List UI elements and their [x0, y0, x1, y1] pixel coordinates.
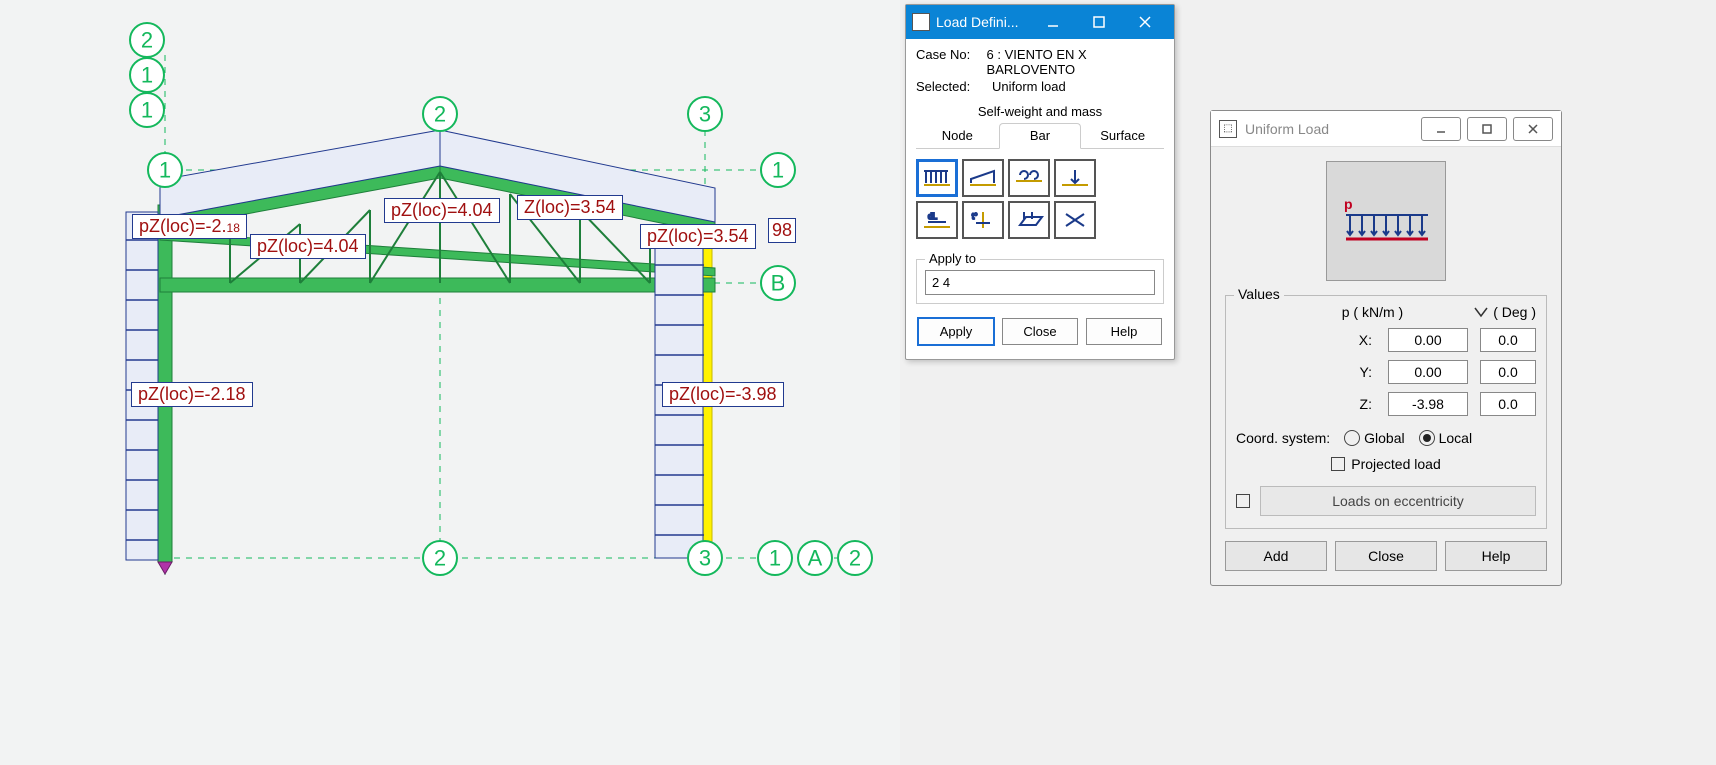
dialog-title: Uniform Load: [1245, 121, 1415, 137]
uniform-load-dialog: ⬚ Uniform Load p: [1210, 110, 1562, 586]
close-button[interactable]: Close: [1335, 541, 1437, 571]
x-label: X:: [1348, 332, 1372, 348]
eccentricity-button[interactable]: Loads on eccentricity: [1260, 486, 1536, 516]
load-preview: p: [1326, 161, 1446, 281]
maximize-button[interactable]: [1467, 117, 1507, 141]
selected-label: Selected:: [916, 79, 986, 94]
svg-text:1: 1: [769, 546, 781, 571]
projected-checkbox[interactable]: [1331, 457, 1345, 471]
app-icon: ⬚: [912, 13, 930, 31]
load-annotation: pZ(loc)=4.04: [384, 198, 500, 223]
y-label: Y:: [1348, 364, 1372, 380]
x-deg-input[interactable]: [1480, 328, 1536, 352]
tab-surface[interactable]: Surface: [1081, 123, 1164, 148]
projected-label: Projected load: [1351, 456, 1441, 472]
help-button[interactable]: Help: [1445, 541, 1547, 571]
svg-text:p: p: [1344, 196, 1353, 212]
z-value-input[interactable]: [1388, 392, 1468, 416]
close-button[interactable]: Close: [1002, 318, 1078, 345]
close-button[interactable]: [1122, 5, 1168, 39]
eccentricity-checkbox[interactable]: [1236, 494, 1250, 508]
y-deg-input[interactable]: [1480, 360, 1536, 384]
maximize-button[interactable]: [1076, 5, 1122, 39]
svg-text:1: 1: [772, 158, 784, 183]
coord-system-label: Coord. system:: [1236, 430, 1330, 446]
grid-bubble: 2 1 1 2 3 1 1 B 2 3 1 A 2: [130, 23, 872, 575]
load-annotation: pZ(loc)=-2.18: [131, 382, 253, 407]
thermal-load-icon-button[interactable]: t°: [962, 201, 1004, 239]
dilatation-icon-button[interactable]: dL: [916, 201, 958, 239]
svg-text:1: 1: [141, 63, 153, 88]
uniform-load-icon-button[interactable]: [916, 159, 958, 197]
trapezoidal-load-icon-button[interactable]: [962, 159, 1004, 197]
svg-text:B: B: [771, 271, 786, 296]
minimize-button[interactable]: [1030, 5, 1076, 39]
load-annotation: Z(loc)=3.54: [517, 195, 623, 220]
svg-text:1: 1: [159, 158, 171, 183]
local-radio[interactable]: Local: [1419, 430, 1472, 446]
svg-text:dL: dL: [928, 212, 937, 221]
planar-load-icon-button[interactable]: [1008, 201, 1050, 239]
minimize-button[interactable]: [1421, 117, 1461, 141]
svg-text:3: 3: [699, 102, 711, 127]
moment-load-icon-button[interactable]: [1008, 159, 1050, 197]
svg-text:2: 2: [141, 28, 153, 53]
case-no-value: 6 : VIENTO EN X BARLOVENTO: [987, 47, 1164, 77]
svg-text:1: 1: [141, 98, 153, 123]
load-annotation: pZ(loc)=3.54: [640, 224, 756, 249]
titlebar[interactable]: ⬚ Uniform Load: [1211, 111, 1561, 147]
load-annotation: pZ(loc)=-3.98: [662, 382, 784, 407]
svg-text:2: 2: [434, 546, 446, 571]
structural-viewport[interactable]: 2 1 1 2 3 1 1 B 2 3 1 A 2 pZ(loc)=-2.18 …: [0, 0, 900, 765]
delete-load-icon-button[interactable]: [1054, 201, 1096, 239]
y-value-input[interactable]: [1388, 360, 1468, 384]
close-button[interactable]: [1513, 117, 1553, 141]
z-label: Z:: [1348, 396, 1372, 412]
case-no-label: Case No:: [916, 47, 981, 77]
selected-value: Uniform load: [992, 79, 1066, 94]
values-legend: Values: [1234, 286, 1284, 302]
apply-button[interactable]: Apply: [918, 318, 994, 345]
titlebar[interactable]: ⬚ Load Defini...: [906, 5, 1174, 39]
deg-header: ( Deg ): [1473, 304, 1536, 320]
svg-text:2: 2: [434, 102, 446, 127]
svg-text:3: 3: [699, 546, 711, 571]
svg-text:t°: t°: [972, 212, 977, 221]
dialog-title: Load Defini...: [936, 14, 1030, 30]
app-icon: ⬚: [1219, 120, 1237, 138]
point-load-icon-button[interactable]: [1054, 159, 1096, 197]
z-deg-input[interactable]: [1480, 392, 1536, 416]
load-annotation: pZ(loc)=4.04: [250, 234, 366, 259]
p-header: p ( kN/m ): [1342, 304, 1403, 320]
load-definition-dialog: ⬚ Load Defini... Case No: 6 : VIENTO EN …: [905, 4, 1175, 360]
apply-to-input[interactable]: [925, 270, 1155, 295]
apply-to-label: Apply to: [925, 251, 980, 266]
add-button[interactable]: Add: [1225, 541, 1327, 571]
svg-text:A: A: [808, 546, 823, 571]
section-header: Self-weight and mass: [916, 104, 1164, 119]
svg-text:2: 2: [849, 546, 861, 571]
x-value-input[interactable]: [1388, 328, 1468, 352]
help-button[interactable]: Help: [1086, 318, 1162, 345]
load-annotation: 98: [768, 218, 796, 243]
load-annotation: pZ(loc)=-2.18: [132, 214, 247, 239]
global-radio[interactable]: Global: [1344, 430, 1404, 446]
tab-bar[interactable]: Bar: [999, 123, 1082, 149]
tab-node[interactable]: Node: [916, 123, 999, 148]
